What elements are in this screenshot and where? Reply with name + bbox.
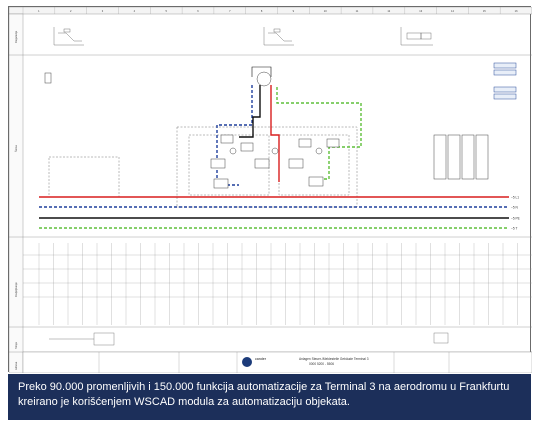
bus-label-pe: ~5 PE: [511, 217, 520, 221]
bus-label-l1: ~5 L1: [511, 196, 519, 200]
side-label-regulation: Regulacija: [14, 30, 18, 43]
caption-line-1: Preko 90.000 promenljivih i 150.000 funk…: [18, 381, 510, 393]
assignment-table: [23, 243, 532, 325]
bus-label-t: ~5 T: [511, 227, 517, 231]
project-number: 0000 5200 - 5506: [309, 362, 334, 366]
title-block: cander Anlagen Steuer-/Meldestelle Gebäu…: [22, 351, 532, 373]
schematic-sheet: 1 2 3 4 5 6 7 8 9 10 11 12 13 14 15 16 Regulacija Šema …: [8, 6, 532, 373]
cander-logo: [242, 357, 252, 367]
bus-label-n: ~5 N: [511, 206, 519, 210]
pump-symbol: [256, 71, 272, 87]
side-label-power: Struja: [14, 342, 18, 349]
side-label-assignment: Dodjeljivanje: [14, 282, 18, 297]
schematic-components: [44, 62, 517, 189]
caption-line-2: kreirano je korišćenjem WSCAD modula za …: [18, 396, 350, 408]
company-name: cander: [255, 357, 267, 361]
side-label-column: Regulacija Šema Dodjeljivanje Struja Adr…: [9, 13, 532, 373]
bus-labels: ~5 L1 ~5 N ~5 PE ~5 T: [511, 196, 520, 231]
figure-caption: Preko 90.000 promenljivih i 150.000 funk…: [8, 374, 531, 420]
address-area: [49, 332, 449, 346]
project-title: Anlagen Steuer-/Meldestelle Gebäude Term…: [299, 357, 369, 361]
control-curves: [53, 27, 433, 46]
column-ruler: 1 2 3 4 5 6 7 8 9 10 11 12 13 14 15 16: [9, 7, 532, 15]
side-label-address: Adresa: [14, 361, 18, 370]
